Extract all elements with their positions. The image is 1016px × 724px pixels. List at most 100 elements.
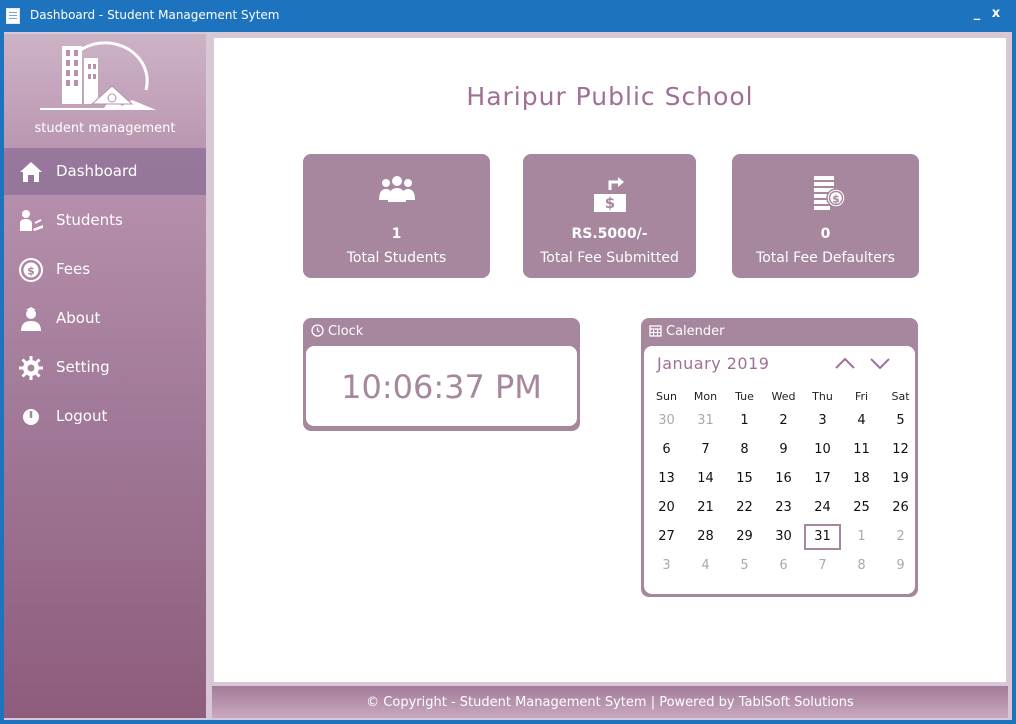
calendar-day[interactable]: 8 — [843, 553, 880, 579]
clock-time: 10:06:37 PM — [341, 368, 542, 406]
calendar-day[interactable]: 19 — [882, 466, 919, 492]
calendar-day[interactable]: 5 — [726, 553, 763, 579]
calendar-day[interactable]: 4 — [843, 408, 880, 434]
calendar-day[interactable]: 30 — [765, 524, 802, 550]
clock-widget: Clock 10:06:37 PM — [303, 318, 580, 431]
sidebar-item-fees[interactable]: $ Fees — [4, 246, 206, 293]
calendar-day[interactable]: 9 — [765, 437, 802, 463]
money-transfer-icon: $ — [593, 177, 626, 212]
sidebar-item-about[interactable]: About — [4, 295, 206, 342]
calendar-day[interactable]: 29 — [726, 524, 763, 550]
page-title: Haripur Public School — [466, 82, 754, 111]
calendar-day[interactable]: 17 — [804, 466, 841, 492]
building-logo-icon — [40, 41, 156, 110]
calendar-day[interactable]: 26 — [882, 495, 919, 521]
minimize-button[interactable]: _ — [970, 6, 984, 24]
total-fee-submitted-card[interactable]: $ RS.5000/- Total Fee Submitted — [523, 154, 696, 278]
calendar-day[interactable]: 25 — [843, 495, 880, 521]
calendar-day[interactable]: 1 — [726, 408, 763, 434]
clock-icon — [311, 324, 324, 337]
coins-icon: $ — [813, 176, 846, 210]
coin-icon: $ — [19, 258, 43, 282]
window-title: Dashboard - Student Management Sytem — [30, 8, 280, 22]
stat-label: Total Fee Defaulters — [756, 250, 895, 266]
gear-icon — [19, 356, 43, 380]
svg-text:$: $ — [604, 194, 614, 212]
power-icon — [23, 409, 39, 425]
weekday-header: Wed — [771, 390, 796, 403]
calendar-day[interactable]: 3 — [804, 408, 841, 434]
calendar-day[interactable]: 13 — [648, 466, 685, 492]
calendar-title: Calender — [666, 324, 725, 339]
sidebar-item-logout[interactable]: Logout — [4, 393, 206, 440]
calendar-day[interactable]: 12 — [882, 437, 919, 463]
sidebar-item-label: About — [56, 309, 101, 327]
clock-face: 10:06:37 PM — [306, 346, 577, 426]
total-fee-defaulters-card[interactable]: $ 0 Total Fee Defaulters — [732, 154, 919, 278]
weekday-header: Thu — [812, 390, 833, 403]
calendar-day[interactable]: 23 — [765, 495, 802, 521]
weekday-header: Mon — [693, 390, 718, 403]
calendar-day[interactable]: 11 — [843, 437, 880, 463]
calendar-day[interactable]: 22 — [726, 495, 763, 521]
chevron-down-icon[interactable] — [868, 352, 892, 374]
sidebar-item-dashboard[interactable]: Dashboard — [4, 148, 206, 195]
calendar-day[interactable]: 18 — [843, 466, 880, 492]
calendar-icon — [649, 325, 662, 337]
student-icon — [20, 210, 43, 231]
sidebar-item-students[interactable]: Students — [4, 197, 206, 244]
calendar-day[interactable]: 15 — [726, 466, 763, 492]
sidebar-item-label: Fees — [56, 260, 91, 278]
calendar-day[interactable]: 21 — [687, 495, 724, 521]
calendar-day[interactable]: 3 — [648, 553, 685, 579]
stat-value: 1 — [391, 226, 402, 242]
weekday-header: Fri — [854, 390, 869, 403]
calendar-day[interactable]: 6 — [765, 553, 802, 579]
calendar-day[interactable]: 16 — [765, 466, 802, 492]
calendar-day[interactable]: 31 — [687, 408, 724, 434]
calendar-day[interactable]: 27 — [648, 524, 685, 550]
calendar-day[interactable]: 7 — [804, 553, 841, 579]
chevron-up-icon[interactable] — [833, 352, 857, 374]
logo: student management — [4, 34, 206, 146]
calendar-day[interactable]: 28 — [687, 524, 724, 550]
sidebar-item-label: Dashboard — [56, 162, 138, 180]
calendar-day[interactable]: 30 — [648, 408, 685, 434]
stat-value: RS.5000/- — [571, 226, 648, 242]
calendar-day[interactable]: 5 — [882, 408, 919, 434]
calendar-day[interactable]: 9 — [882, 553, 919, 579]
calendar-month-label: January 2019 — [657, 354, 770, 373]
clock-title: Clock — [328, 324, 364, 339]
sidebar-item-label: Logout — [56, 407, 108, 425]
calendar-day[interactable]: 31 — [804, 524, 841, 550]
calendar-day[interactable]: 1 — [843, 524, 880, 550]
calendar-day[interactable]: 24 — [804, 495, 841, 521]
calendar-day[interactable]: 2 — [882, 524, 919, 550]
calendar-day[interactable]: 14 — [687, 466, 724, 492]
calendar-day[interactable]: 8 — [726, 437, 763, 463]
sidebar-item-setting[interactable]: Setting — [4, 344, 206, 391]
close-button[interactable]: x — [988, 6, 1004, 24]
weekday-header: Sat — [891, 390, 910, 403]
calendar-day[interactable]: 10 — [804, 437, 841, 463]
calendar-day[interactable]: 6 — [648, 437, 685, 463]
calendar-day[interactable]: 4 — [687, 553, 724, 579]
user-icon — [21, 307, 41, 331]
calendar-day[interactable]: 20 — [648, 495, 685, 521]
title-bar: Dashboard - Student Management Sytem _ x — [0, 0, 1016, 32]
group-icon — [378, 176, 415, 202]
calendar-day[interactable]: 2 — [765, 408, 802, 434]
sidebar: student management Dashboard Students $ … — [4, 34, 206, 718]
sidebar-item-label: Setting — [56, 358, 110, 376]
calendar-day[interactable]: 7 — [687, 437, 724, 463]
calendar-widget: Calender January 2019 Sun Mon Tue Wed Thu Fri… — [641, 318, 918, 597]
weekday-header: Tue — [735, 390, 754, 403]
calendar-body: January 2019 Sun Mon Tue Wed Thu Fri Sat 30 31 1 2… — [644, 346, 915, 594]
total-students-card[interactable]: 1 Total Students — [303, 154, 490, 278]
stat-label: Total Fee Submitted — [540, 250, 679, 266]
logo-text: student management — [34, 121, 176, 136]
app-icon — [6, 8, 20, 24]
home-icon — [20, 162, 42, 182]
sidebar-item-label: Students — [56, 211, 123, 229]
weekday-header: Sun — [656, 390, 677, 403]
